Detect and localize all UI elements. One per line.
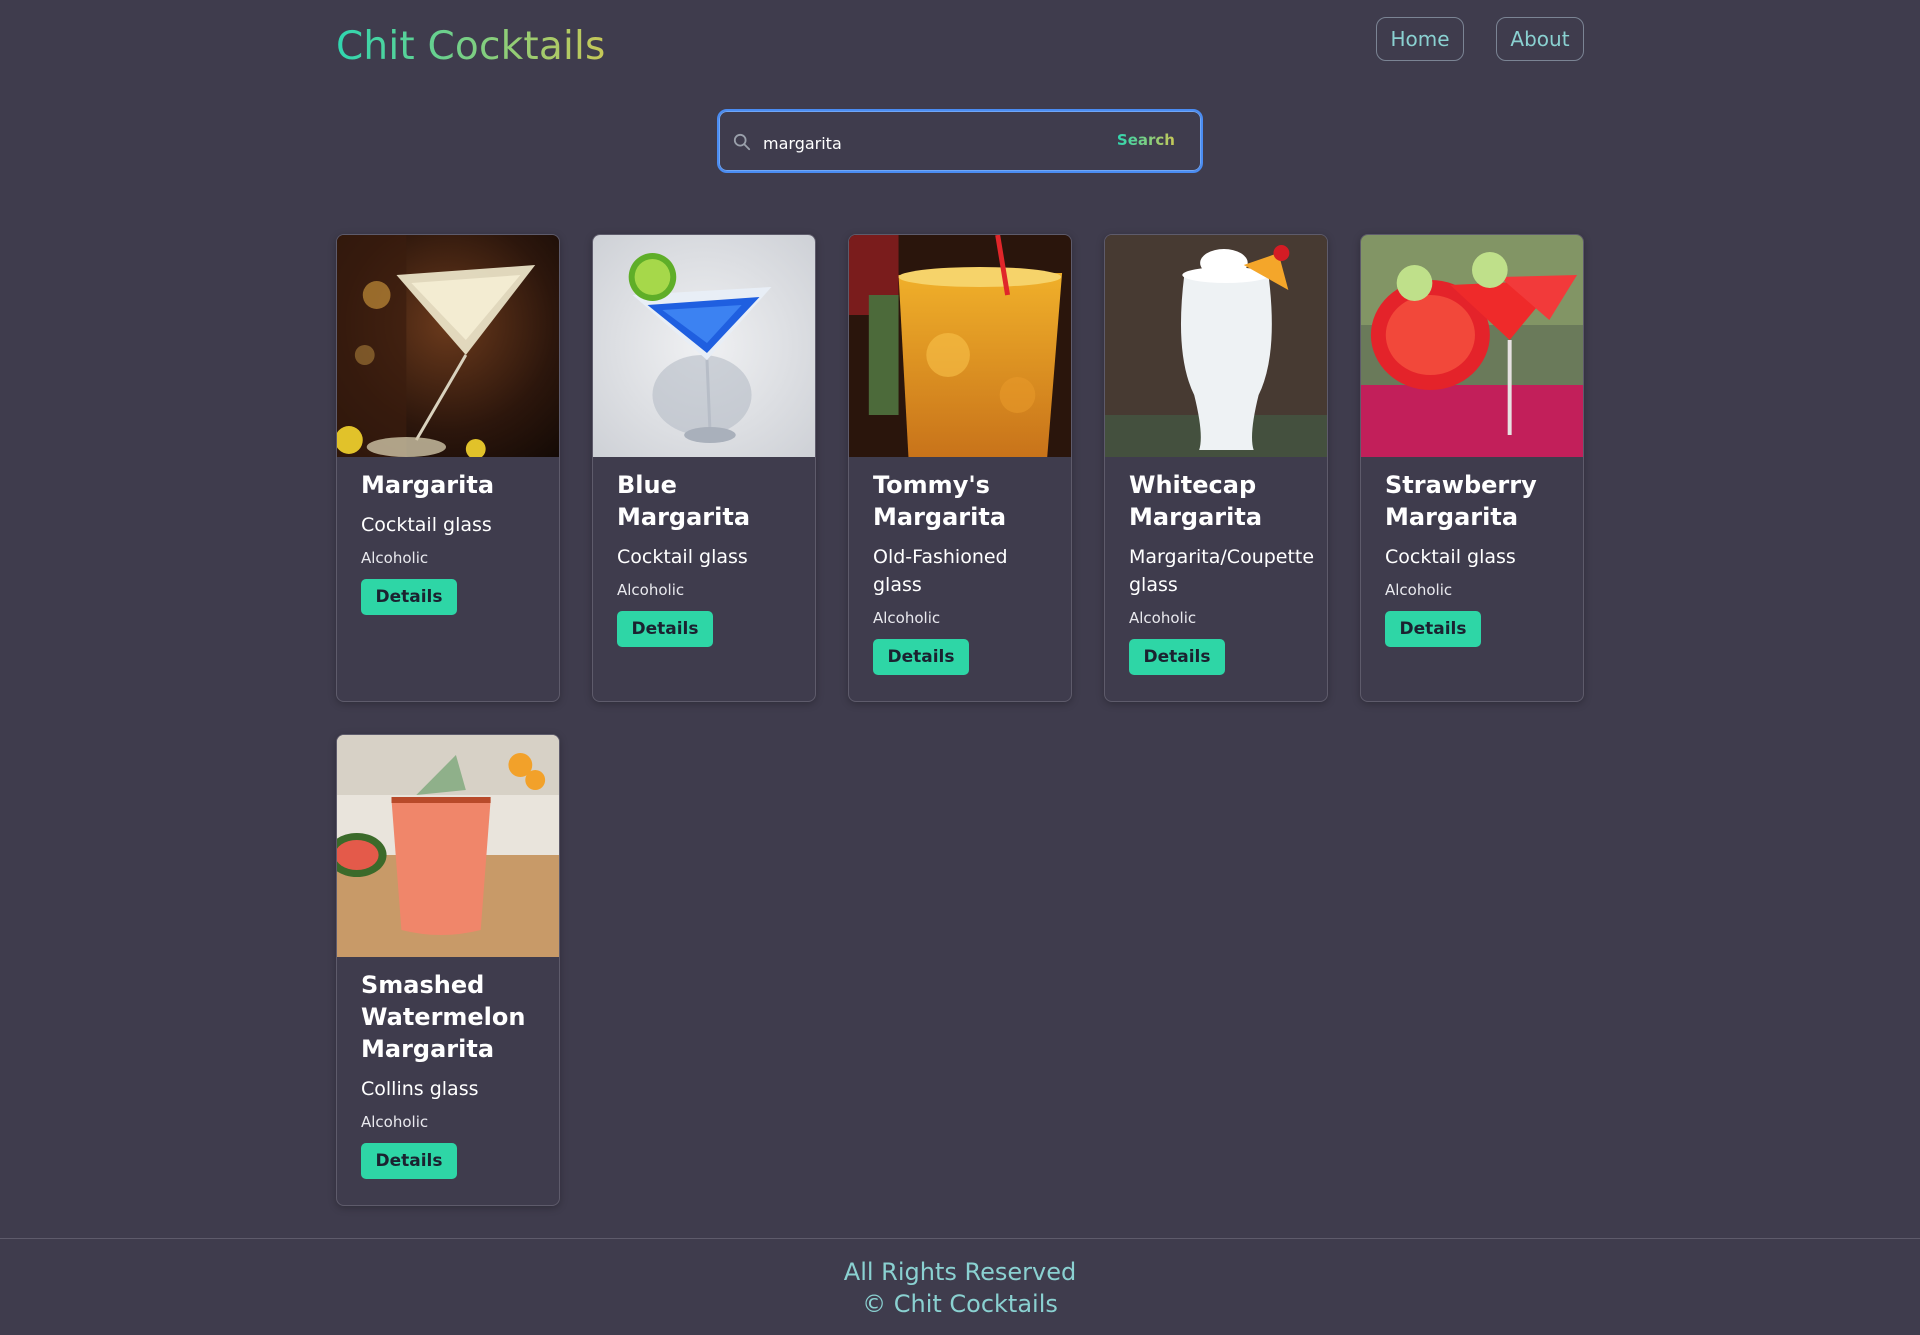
cocktail-image <box>593 235 815 457</box>
cocktail-image <box>849 235 1071 457</box>
search-input[interactable] <box>761 125 1065 161</box>
cocktail-name: Tommy's Margarita <box>873 471 1007 531</box>
cocktail-type: Alcoholic <box>1385 581 1453 599</box>
cocktail-glass: Cocktail glass <box>1385 546 1516 568</box>
details-button[interactable]: Details <box>873 639 969 675</box>
footer-divider <box>0 1238 1920 1239</box>
brand-logo[interactable]: Chit Cocktails <box>336 24 606 69</box>
footer-copyright: © Chit Cocktails <box>862 1290 1058 1318</box>
cocktail-card: Whitecap Margarita Margarita/Coupette gl… <box>1104 234 1328 702</box>
cocktail-type: Alcoholic <box>873 609 941 627</box>
nav-home-button[interactable]: Home <box>1376 17 1464 61</box>
cocktail-image <box>1361 235 1583 457</box>
details-button[interactable]: Details <box>361 1143 457 1179</box>
cocktail-card: Strawberry Margarita Cocktail glass Alco… <box>1360 234 1584 702</box>
cocktail-name: Whitecap Margarita <box>1129 471 1263 531</box>
cocktail-image <box>337 735 559 957</box>
cocktail-type: Alcoholic <box>361 1113 429 1131</box>
cocktail-image <box>337 235 559 457</box>
cocktail-type: Alcoholic <box>617 581 685 599</box>
details-button[interactable]: Details <box>1129 639 1225 675</box>
cocktail-name: Smashed Watermelon Margarita <box>361 971 526 1063</box>
cocktail-card: Blue Margarita Cocktail glass Alcoholic … <box>592 234 816 702</box>
cocktail-glass: Cocktail glass <box>617 546 748 568</box>
details-button[interactable]: Details <box>617 611 713 647</box>
search-icon <box>733 133 751 151</box>
cocktail-image <box>1105 235 1327 457</box>
cocktail-card: Tommy's Margarita Old-Fashioned glass Al… <box>848 234 1072 702</box>
cocktail-name: Blue Margarita <box>617 471 751 531</box>
details-button[interactable]: Details <box>1385 611 1481 647</box>
cocktail-name: Margarita <box>361 471 495 499</box>
cocktail-card: Margarita Cocktail glass Alcoholic Detai… <box>336 234 560 702</box>
nav-about-button[interactable]: About <box>1496 17 1584 61</box>
search-bar: Search <box>717 109 1203 173</box>
cocktail-glass: Collins glass <box>361 1078 479 1100</box>
footer-rights: All Rights Reserved <box>843 1258 1077 1286</box>
search-button[interactable]: Search <box>1117 131 1175 149</box>
cocktail-glass: Cocktail glass <box>361 514 492 536</box>
details-button[interactable]: Details <box>361 579 457 615</box>
cocktail-glass: Old-Fashioned glass <box>873 546 1008 596</box>
cocktail-type: Alcoholic <box>361 549 429 567</box>
cocktail-type: Alcoholic <box>1129 609 1197 627</box>
cocktail-card: Smashed Watermelon Margarita Collins gla… <box>336 734 560 1206</box>
cocktail-glass: Margarita/Coupette glass <box>1129 546 1315 596</box>
cocktail-name: Strawberry Margarita <box>1385 471 1537 531</box>
